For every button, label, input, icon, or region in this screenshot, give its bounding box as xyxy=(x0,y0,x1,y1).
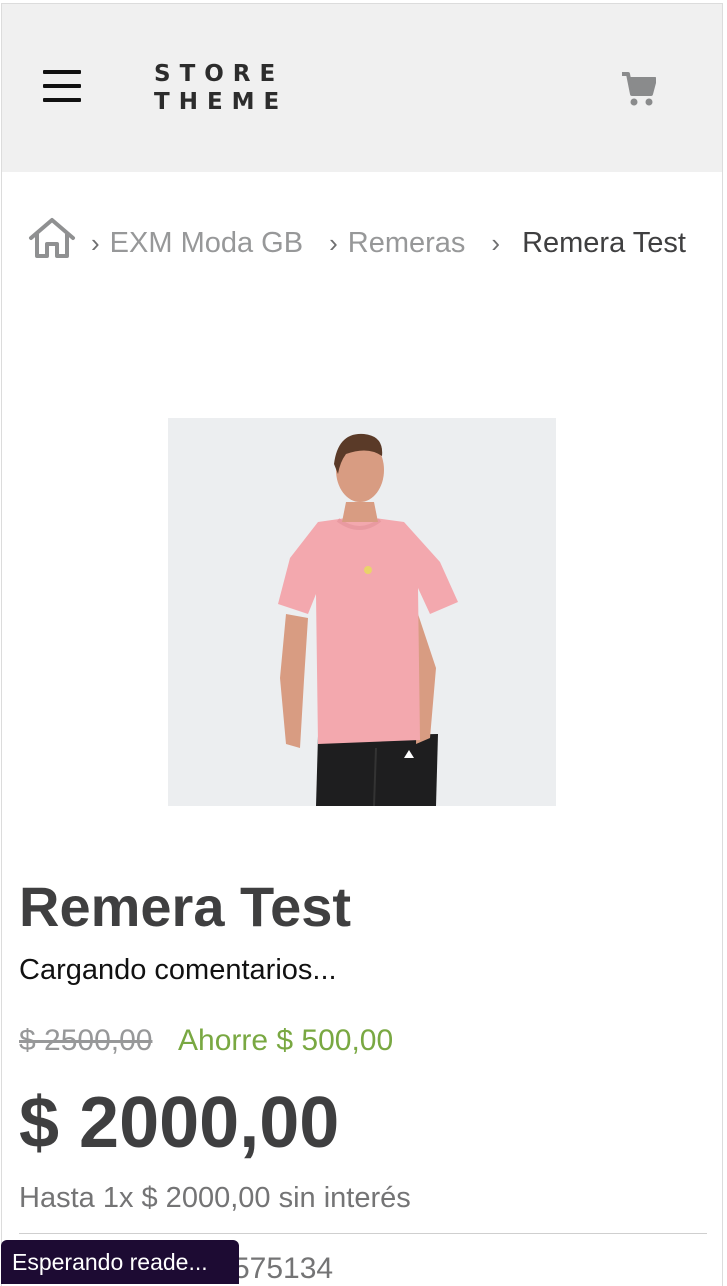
store-logo[interactable]: STORE THEME xyxy=(154,60,304,116)
selling-price: $ 2000,00 xyxy=(19,1083,340,1163)
shopping-cart-icon[interactable] xyxy=(620,70,657,108)
logo-line-2: THEME xyxy=(154,89,289,115)
divider xyxy=(19,1233,707,1234)
home-icon[interactable] xyxy=(27,216,77,260)
reviews-loading-text: Cargando comentarios... xyxy=(19,954,337,986)
status-toast: Esperando reade... xyxy=(1,1240,239,1284)
breadcrumb: › EXM Moda GB › Remeras › Remera Test xyxy=(19,216,709,270)
hamburger-menu-icon[interactable] xyxy=(40,67,84,105)
breadcrumb-item-remeras[interactable]: Remeras xyxy=(348,227,466,259)
installments-text: Hasta 1x $ 2000,00 sin interés xyxy=(19,1182,411,1214)
savings-badge: Ahorre $ 500,00 xyxy=(178,1024,394,1057)
logo-line-1: STORE xyxy=(154,61,285,87)
breadcrumb-item-exm-moda-gb[interactable]: EXM Moda GB xyxy=(110,227,303,259)
breadcrumb-separator: › xyxy=(491,228,501,258)
breadcrumb-separator: › xyxy=(329,228,338,258)
list-price: $ 2500,00 xyxy=(19,1024,153,1057)
site-header: STORE THEME xyxy=(2,4,722,172)
page-frame: STORE THEME › EXM Moda GB › Remeras › Remera … xyxy=(1,3,723,1286)
product-title: Remera Test xyxy=(19,875,352,938)
breadcrumb-current: Remera Test xyxy=(522,227,686,259)
product-image[interactable] xyxy=(168,418,556,806)
sku-value: 575134 xyxy=(233,1252,334,1285)
breadcrumb-separator: › xyxy=(91,228,100,258)
